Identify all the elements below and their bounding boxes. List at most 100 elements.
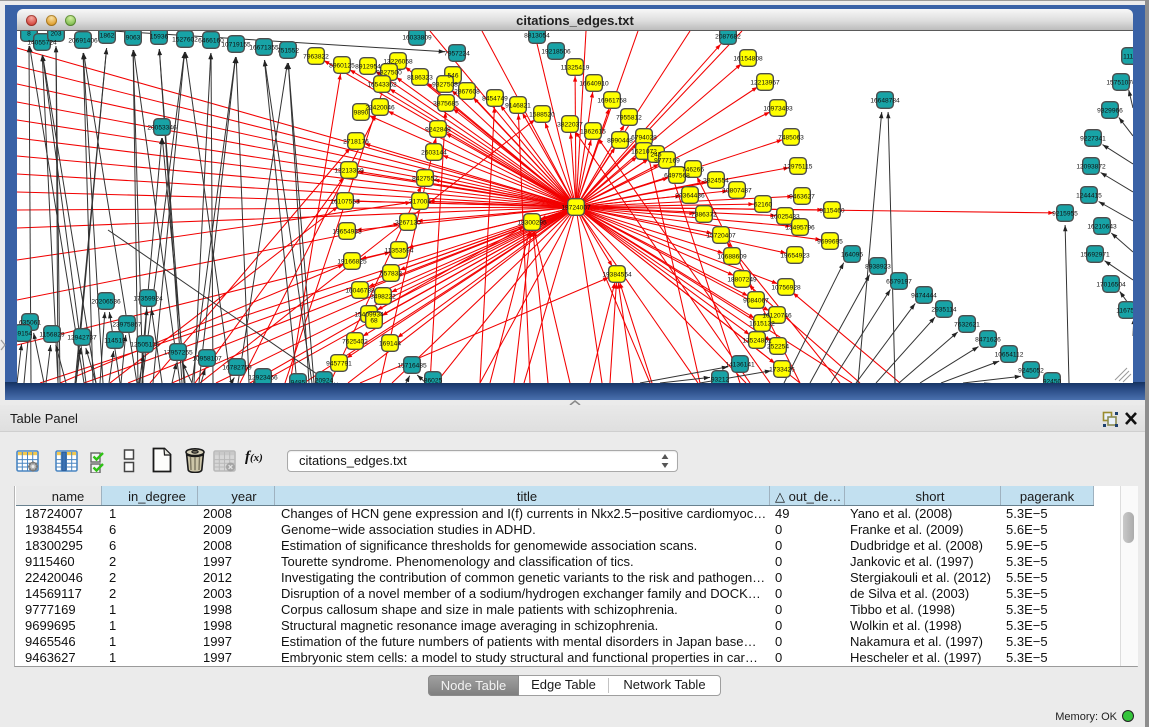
svg-text:12505135: 12505135 [130,341,160,348]
svg-text:317004: 317004 [409,198,431,205]
svg-text:16671355: 16671355 [249,44,279,51]
svg-text:16782759: 16782759 [222,364,252,371]
svg-text:15936: 15936 [150,33,169,40]
svg-text:16120746: 16120746 [762,312,792,319]
svg-text:9215955: 9215955 [1052,210,1078,217]
svg-text:12923466: 12923466 [248,374,278,381]
svg-text:3498222: 3498222 [370,293,396,300]
svg-text:8186323: 8186323 [407,74,433,81]
svg-text:15692971: 15692971 [1080,251,1110,258]
svg-text:9242848: 9242848 [425,126,451,133]
svg-text:13226058: 13226058 [383,58,413,65]
svg-text:11353594: 11353594 [385,247,414,254]
svg-text:12213369: 12213369 [334,167,364,174]
svg-text:15751074: 15751074 [1106,79,1133,86]
svg-text:12942737: 12942737 [67,334,97,341]
svg-text:16961758: 16961758 [597,97,627,104]
svg-text:1588520: 1588520 [529,111,555,118]
svg-text:7632621: 7632621 [954,321,980,328]
svg-text:3822037: 3822037 [557,121,583,128]
svg-text:7955812: 7955812 [616,114,642,121]
svg-text:93212: 93212 [711,376,730,383]
svg-text:10654112: 10654112 [995,351,1024,358]
svg-text:116753: 116753 [1116,307,1133,314]
svg-text:3875685: 3875685 [433,100,459,107]
svg-text:86025: 86025 [424,377,443,383]
svg-text:7957224: 7957224 [444,50,470,57]
svg-text:203: 203 [50,31,61,37]
svg-text:19166825: 19166825 [337,258,367,265]
svg-text:15716485: 15716485 [397,362,427,369]
svg-text:12093872: 12093872 [1076,163,1106,170]
svg-text:7386372: 7386372 [691,211,717,218]
svg-text:6579197: 6579197 [886,278,912,285]
svg-text:10807487: 10807487 [722,187,752,194]
svg-text:9485: 9485 [291,379,306,383]
svg-text:17359924: 17359924 [133,295,163,302]
svg-text:546: 546 [447,72,458,79]
svg-text:68: 68 [370,317,378,324]
svg-text:10973493: 10973493 [763,105,793,112]
svg-text:9063: 9063 [126,34,141,41]
svg-text:19654923: 19654923 [780,252,810,259]
svg-text:19218506: 19218506 [541,48,571,55]
svg-text:9327508: 9327508 [432,81,458,88]
svg-text:12975115: 12975115 [784,163,813,170]
svg-text:9463627: 9463627 [789,193,815,200]
svg-text:6497568: 6497568 [664,172,690,179]
svg-text:9245052: 9245052 [1018,367,1044,374]
svg-text:8427552: 8427552 [412,175,438,182]
svg-text:557833: 557833 [380,270,402,277]
svg-text:169144: 169144 [379,340,401,347]
svg-text:1733426: 1733426 [769,366,795,373]
svg-text:15409934: 15409934 [354,311,384,318]
svg-text:635061: 635061 [19,319,41,326]
svg-text:9457791: 9457791 [326,360,352,367]
svg-text:18807249: 18807249 [727,276,757,283]
svg-text:16033809: 16033809 [402,34,432,41]
svg-text:8960125: 8960125 [329,62,355,69]
svg-text:19654933: 19654933 [332,228,362,235]
svg-text:18300295: 18300295 [517,219,547,226]
svg-text:9890: 9890 [354,109,369,116]
svg-text:3267130: 3267130 [395,219,421,226]
svg-text:8: 8 [27,31,31,37]
svg-text:19384554: 19384554 [602,271,632,278]
svg-text:751552: 751552 [277,47,299,54]
svg-text:1117: 1117 [1123,53,1133,60]
svg-text:10688609: 10688609 [717,253,747,260]
svg-text:11325419: 11325419 [561,64,590,71]
svg-text:9227341: 9227341 [1080,135,1106,142]
svg-text:1862: 1862 [100,32,115,39]
svg-text:9699695: 9699695 [817,238,843,245]
svg-text:10719155: 10719155 [221,41,251,48]
svg-text:6466160: 6466160 [198,37,224,44]
svg-text:17016504: 17016504 [1096,281,1126,288]
svg-text:10025433: 10025433 [770,213,800,220]
svg-text:1244415: 1244415 [1076,192,1102,199]
svg-text:8454749: 8454749 [482,95,508,102]
svg-text:2935114: 2935114 [931,306,957,313]
svg-text:8990448: 8990448 [607,137,633,144]
svg-text:2603144: 2603144 [421,149,447,156]
svg-text:23975867: 23975867 [112,321,142,328]
svg-text:9146821: 9146821 [505,102,531,109]
svg-text:20691406: 20691406 [68,37,98,44]
svg-text:10958107: 10958107 [192,355,222,362]
svg-text:9777169: 9777169 [654,157,680,164]
svg-text:9474444: 9474444 [911,292,937,299]
svg-text:8813054: 8813054 [524,32,550,39]
svg-text:16640910: 16640910 [579,80,609,87]
svg-text:13495796: 13495796 [785,224,815,231]
svg-text:20924: 20924 [315,377,334,383]
svg-text:8938923: 8938923 [865,263,891,270]
svg-text:14055724: 14055724 [27,39,57,46]
svg-text:10756928: 10756928 [771,284,801,291]
svg-text:39154: 39154 [17,330,32,337]
svg-text:114519: 114519 [104,337,126,344]
svg-text:6794028: 6794028 [631,134,657,141]
svg-text:164095: 164095 [841,251,863,258]
svg-text:16210643: 16210643 [1087,223,1117,230]
svg-text:12213967: 12213967 [750,79,780,86]
svg-text:1156829: 1156829 [39,331,65,338]
